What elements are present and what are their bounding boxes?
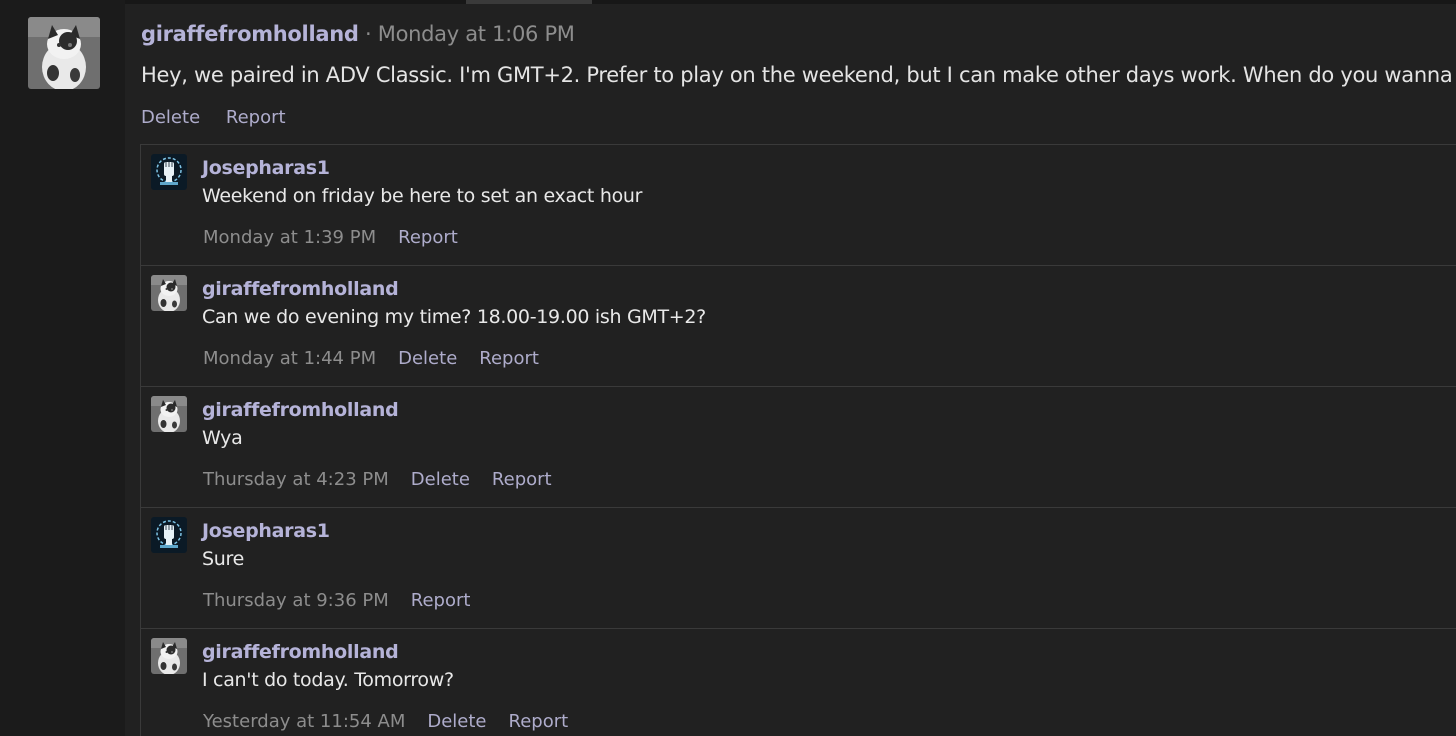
comment-list: Josepharas1 Weekend on friday be here to…: [140, 144, 1456, 736]
report-button[interactable]: Report: [226, 107, 286, 128]
report-button[interactable]: Report: [509, 711, 569, 732]
cat-avatar-icon: [151, 275, 187, 311]
report-button[interactable]: Report: [492, 469, 552, 490]
cat-avatar-icon: [151, 638, 187, 674]
post-text: Hey, we paired in ADV Classic. I'm GMT+2…: [141, 63, 1456, 87]
comment-text: I can't do today. Tomorrow?: [202, 669, 454, 691]
comment-author[interactable]: giraffefromholland: [202, 640, 399, 664]
comment-time[interactable]: Thursday at 9:36 PM: [203, 590, 389, 611]
comment-item: Josepharas1 Sure Thursday at 9:36 PM Repo…: [141, 508, 1456, 629]
comment-author[interactable]: Josepharas1: [202, 519, 330, 543]
delete-button[interactable]: Delete: [427, 711, 486, 732]
comment-item: Josepharas1 Weekend on friday be here to…: [141, 145, 1456, 266]
comment-item: giraffefromholland I can't do today. Tom…: [141, 629, 1456, 736]
comment-author[interactable]: giraffefromholland: [202, 398, 399, 422]
report-button[interactable]: Report: [411, 590, 471, 611]
comment-time[interactable]: Thursday at 4:23 PM: [203, 469, 389, 490]
top-border: [125, 0, 1456, 4]
comment-time[interactable]: Monday at 1:39 PM: [203, 227, 376, 248]
comment-time[interactable]: Monday at 1:44 PM: [203, 348, 376, 369]
post-actions: Delete Report: [141, 106, 306, 130]
comment-time[interactable]: Yesterday at 11:54 AM: [203, 711, 405, 732]
delete-button[interactable]: Delete: [141, 107, 200, 128]
comment-text: Weekend on friday be here to set an exac…: [202, 185, 643, 207]
top-tab-indicator: [466, 0, 592, 4]
comment-avatar[interactable]: [151, 275, 187, 311]
comment-footer: Yesterday at 11:54 AM Delete Report: [203, 710, 590, 734]
post-time[interactable]: Monday at 1:06 PM: [378, 22, 575, 46]
left-column: [0, 0, 125, 736]
comment-footer: Monday at 1:39 PM Report: [203, 226, 480, 250]
post-header: giraffefromholland · Monday at 1:06 PM: [141, 20, 575, 48]
comment-avatar[interactable]: [151, 517, 187, 553]
cat-avatar-icon: [151, 396, 187, 432]
comment-text: Can we do evening my time? 18.00-19.00 i…: [202, 306, 706, 328]
post-author[interactable]: giraffefromholland: [141, 22, 359, 46]
fist-avatar-icon: [151, 517, 187, 553]
comment-text: Sure: [202, 548, 244, 570]
cat-avatar-icon: [28, 17, 100, 89]
author-avatar[interactable]: [28, 17, 100, 89]
comment-item: giraffefromholland Can we do evening my …: [141, 266, 1456, 387]
comment-author[interactable]: giraffefromholland: [202, 277, 399, 301]
fist-avatar-icon: [151, 154, 187, 190]
comment-item: giraffefromholland Wya Thursday at 4:23 …: [141, 387, 1456, 508]
comment-avatar[interactable]: [151, 638, 187, 674]
conversation-page: giraffefromholland · Monday at 1:06 PM H…: [0, 0, 1456, 736]
comment-avatar[interactable]: [151, 154, 187, 190]
comment-footer: Thursday at 9:36 PM Report: [203, 589, 492, 613]
comment-footer: Monday at 1:44 PM Delete Report: [203, 347, 561, 371]
comment-text: Wya: [202, 427, 243, 449]
delete-button[interactable]: Delete: [398, 348, 457, 369]
report-button[interactable]: Report: [479, 348, 539, 369]
comment-author[interactable]: Josepharas1: [202, 156, 330, 180]
report-button[interactable]: Report: [398, 227, 458, 248]
delete-button[interactable]: Delete: [411, 469, 470, 490]
comment-avatar[interactable]: [151, 396, 187, 432]
post-separator: ·: [358, 22, 378, 46]
comment-footer: Thursday at 4:23 PM Delete Report: [203, 468, 574, 492]
